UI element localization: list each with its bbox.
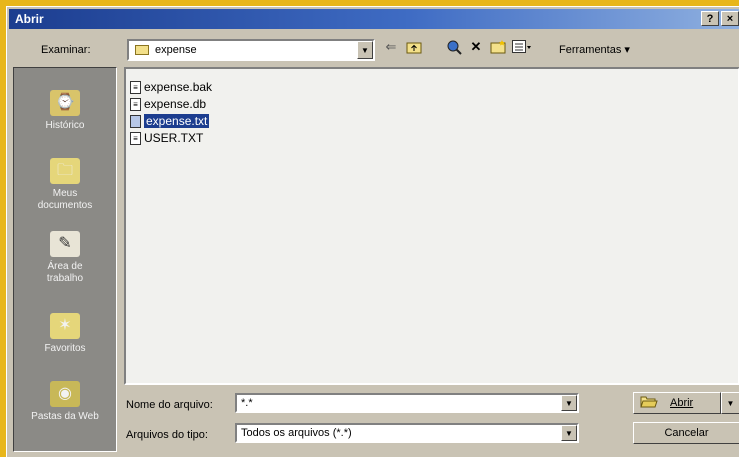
filename-input[interactable]: *.* ▼ <box>235 393 579 413</box>
chevron-down-icon: ▼ <box>726 398 735 408</box>
title-bar: Abrir ? × <box>9 9 739 29</box>
filetype-value: Todos os arquivos (*.*) <box>241 427 352 439</box>
filename-label: Nome do arquivo: <box>126 399 213 411</box>
views-icon[interactable] <box>511 39 533 55</box>
cancel-button[interactable]: Cancelar <box>633 422 739 444</box>
tools-label: Ferramentas <box>559 44 622 56</box>
file-icon: ≡ <box>130 80 141 94</box>
favorites-icon: ✶ <box>50 313 80 339</box>
place-web-folders[interactable]: ◉ Pastas da Web <box>14 381 116 423</box>
text-file-icon <box>130 114 141 128</box>
lookin-combo[interactable]: expense ▼ <box>127 39 375 61</box>
open-options-dropdown[interactable]: ▼ <box>721 392 739 414</box>
chevron-down-icon[interactable]: ▼ <box>561 395 577 411</box>
place-label: Pastas da Web <box>31 411 99 422</box>
place-favorites[interactable]: ✶ Favoritos <box>14 313 116 355</box>
places-bar: ⌚ Histórico 🗀 Meus documentos ✎ Área de … <box>13 67 117 452</box>
open-button[interactable]: Abrir <box>633 392 721 414</box>
help-button[interactable]: ? <box>701 11 719 26</box>
place-label: Favoritos <box>44 343 86 354</box>
back-icon[interactable]: ⇐ <box>382 39 400 55</box>
chevron-down-icon[interactable]: ▼ <box>357 41 373 59</box>
new-folder-icon[interactable] <box>489 39 507 55</box>
filetype-label: Arquivos do tipo: <box>126 429 208 441</box>
chevron-down-icon[interactable]: ▼ <box>561 425 577 441</box>
file-icon: ≡ <box>130 97 141 111</box>
search-web-icon[interactable] <box>445 39 463 55</box>
filename-label-text: Nome do arquivo: <box>126 399 213 411</box>
close-button[interactable]: × <box>721 11 739 26</box>
file-list[interactable]: ≡ expense.bak ≡ expense.db expense.txt ≡… <box>124 67 739 385</box>
file-item-selected[interactable]: expense.txt <box>130 113 210 129</box>
file-item[interactable]: ≡ expense.bak <box>130 79 212 95</box>
lookin-value: expense <box>155 44 197 56</box>
history-icon: ⌚ <box>50 90 80 116</box>
desktop-icon: ✎ <box>50 231 80 257</box>
place-history[interactable]: ⌚ Histórico <box>14 90 116 132</box>
filetype-select[interactable]: Todos os arquivos (*.*) ▼ <box>235 423 579 443</box>
file-item[interactable]: ≡ expense.db <box>130 96 206 112</box>
open-folder-icon <box>640 395 658 411</box>
delete-icon[interactable]: ✕ <box>467 39 485 55</box>
open-dialog: Abrir ? × Examinar: expense ▼ ⇐ ✕ Ferram… <box>6 6 739 457</box>
place-label: Histórico <box>45 120 85 131</box>
dialog-title: Abrir <box>15 12 44 26</box>
place-label: Meus documentos <box>37 188 93 211</box>
text-file-icon: ≡ <box>130 131 141 145</box>
place-my-documents[interactable]: 🗀 Meus documentos <box>14 158 116 212</box>
folder-icon <box>135 45 149 55</box>
my-documents-icon: 🗀 <box>50 158 80 184</box>
file-item[interactable]: ≡ USER.TXT <box>130 130 203 146</box>
place-label: Área de trabalho <box>46 261 84 284</box>
web-folders-icon: ◉ <box>50 381 80 407</box>
place-desktop[interactable]: ✎ Área de trabalho <box>14 231 116 285</box>
up-folder-icon[interactable] <box>405 39 423 55</box>
tools-menu[interactable]: Ferramentas ▾ <box>559 43 630 56</box>
filename-value: *.* <box>241 397 253 409</box>
lookin-label: Examinar: <box>41 44 91 56</box>
